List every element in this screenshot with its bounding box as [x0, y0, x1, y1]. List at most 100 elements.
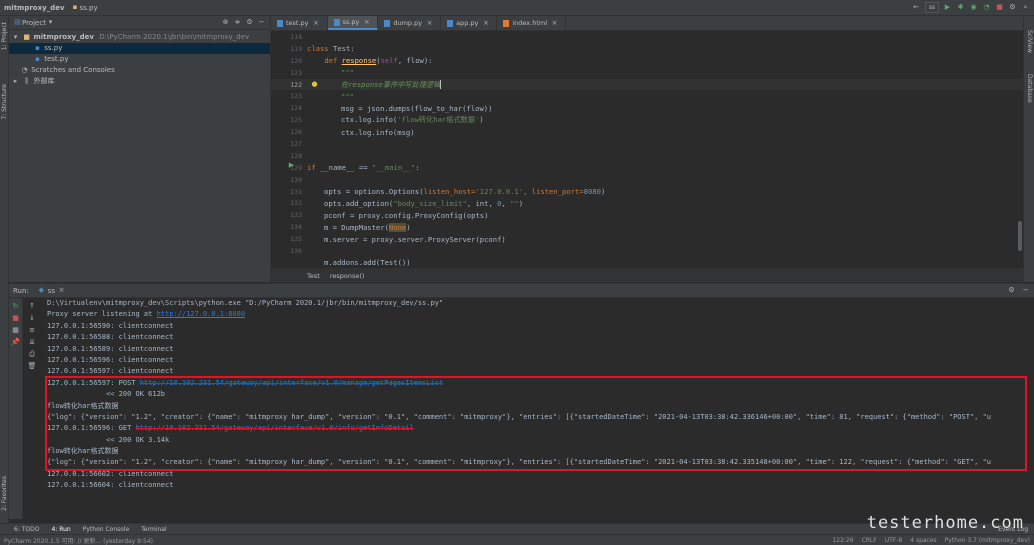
left-tool-strip: 1: Project 7: Structure 2: Favorites	[0, 16, 9, 525]
arrow-up-icon[interactable]: ↑	[28, 302, 37, 311]
line-number: 119	[290, 44, 302, 53]
navigation-bar: mitmproxy_dev ▪ ss.py ← ss ▶ ✱ ◉ ◔ ■ ⚙ ⌕	[0, 0, 1034, 16]
run-tab[interactable]: ◆ ss ×	[37, 286, 66, 295]
tree-scratches[interactable]: ◔ Scratches and Consoles	[9, 65, 270, 76]
tab-terminal[interactable]: Terminal	[141, 526, 166, 533]
gear-icon[interactable]: ⚙	[245, 18, 254, 27]
trash-icon[interactable]: 🗑	[28, 362, 37, 371]
back-icon[interactable]: ←	[912, 3, 921, 12]
close-icon[interactable]: ×	[57, 286, 66, 295]
close-icon[interactable]: ×	[312, 19, 321, 28]
locate-icon[interactable]: ⊕	[221, 18, 230, 27]
scroll-to-end-icon[interactable]: ⇊	[28, 338, 37, 347]
line-number: 135	[290, 235, 302, 244]
string-token: ""	[510, 198, 519, 208]
line-number: 132	[290, 199, 302, 208]
keyword: class	[307, 44, 329, 54]
tab-database[interactable]: Database	[1026, 74, 1033, 103]
expand-right-icon[interactable]: ▸	[11, 77, 20, 86]
layout-icon[interactable]: ▦	[11, 326, 20, 335]
run-gutter-icon[interactable]: ▶	[287, 161, 296, 170]
soft-wrap-icon[interactable]: ≡	[28, 326, 37, 335]
line-number: 120	[290, 56, 302, 65]
line-number: 122	[290, 80, 302, 89]
line-separator[interactable]: CRLF	[862, 537, 877, 544]
code-line: 125 ctx.log.info('flow转化har格式数据')	[271, 114, 1023, 126]
tree-file-ss[interactable]: ▪ ss.py	[9, 43, 270, 54]
run-config-select[interactable]: ss	[924, 2, 939, 13]
tree-external[interactable]: ▸ ⫼ 外部库	[9, 76, 270, 87]
code-token: ctx.log.info(	[341, 115, 398, 125]
console-link[interactable]: http://127.0.0.1:8080	[157, 310, 246, 318]
tree-root[interactable]: ▾ ■ mitmproxy_dev D:\PyCharm 2020.1\jbr\…	[9, 32, 270, 43]
close-icon[interactable]: ×	[362, 18, 371, 27]
indent-setting[interactable]: 4 spaces	[910, 537, 936, 544]
console-line: 127.0.0.1:56596: clientconnect	[47, 355, 174, 364]
close-icon[interactable]: ×	[481, 19, 490, 28]
nav-file[interactable]: ss.py	[80, 4, 98, 12]
close-icon[interactable]: ×	[550, 19, 559, 28]
project-panel-title[interactable]: Project	[22, 19, 46, 27]
code-area[interactable]: 118 119 class Test: 120 def response(self…	[271, 31, 1023, 268]
scratches-icon: ◔	[21, 66, 28, 74]
print-icon[interactable]: ⎙	[28, 350, 37, 359]
arrow-down-icon[interactable]: ↓	[28, 314, 37, 323]
tab-favorites[interactable]: 2: Favorites	[1, 476, 8, 511]
tab-test-py[interactable]: test.py ×	[271, 16, 328, 30]
tree-file-label: ss.py	[44, 44, 63, 52]
close-icon[interactable]: ×	[425, 19, 434, 28]
search-icon[interactable]: ⌕	[1021, 3, 1030, 12]
chevron-down-icon[interactable]: ▾	[46, 18, 55, 27]
tab-label: dump.py	[393, 19, 423, 27]
breadcrumb-class[interactable]: Test	[307, 272, 320, 280]
editor-tabs: test.py × ss.py × dump.py × app.py × index.h…	[271, 16, 1023, 31]
editor-scrollbar[interactable]	[1018, 221, 1022, 251]
tab-ss-py[interactable]: ss.py ×	[327, 16, 379, 30]
profile-icon[interactable]: ◔	[982, 3, 991, 12]
caret-position[interactable]: 122:26	[832, 537, 853, 544]
tab-sciview[interactable]: SciView	[1026, 30, 1033, 53]
expand-icon[interactable]: ▾	[11, 33, 20, 42]
code-line: 120 def response(self, flow):	[271, 55, 1023, 67]
gear-icon[interactable]: ⚙	[1007, 286, 1016, 295]
tab-index-html[interactable]: index.html ×	[497, 16, 567, 30]
intention-bulb-icon[interactable]: ●	[310, 80, 319, 89]
tab-python-console[interactable]: Python Console	[83, 526, 130, 533]
string-token: 'flow转化har格式数据'	[397, 115, 480, 125]
code-line: 133 pconf = proxy.config.ProxyConfig(opts…	[271, 209, 1023, 221]
python-interpreter[interactable]: Python 3.7 (mitmproxy_dev)	[945, 537, 1030, 544]
rerun-icon[interactable]: ↻	[11, 302, 20, 311]
hide-icon[interactable]: −	[257, 18, 266, 27]
stop-icon[interactable]: ■	[11, 314, 20, 323]
tab-structure[interactable]: 7: Structure	[1, 84, 8, 120]
tab-project[interactable]: 1: Project	[1, 22, 8, 50]
code-token: __name__ ==	[315, 163, 372, 173]
collapse-icon[interactable]: ≑	[233, 18, 242, 27]
pin-icon[interactable]: 📌	[11, 338, 20, 347]
tab-run[interactable]: 4: Run	[51, 526, 70, 533]
tab-label: test.py	[286, 19, 309, 27]
highlight-box	[45, 376, 1027, 471]
string-token: "body_size_limit"	[393, 198, 467, 208]
tab-dump-py[interactable]: dump.py ×	[378, 16, 442, 30]
keyword: def	[324, 56, 338, 66]
kwarg-token: , listen_port=	[523, 187, 584, 197]
tree-file-test[interactable]: ▪ test.py	[9, 54, 270, 65]
code-token: :	[415, 163, 420, 173]
console-line: 127.0.0.1:56589: clientconnect	[47, 344, 174, 353]
breadcrumb-method[interactable]: response()	[330, 272, 365, 280]
run-icon[interactable]: ▶	[943, 3, 952, 12]
stop-icon[interactable]: ■	[995, 3, 1004, 12]
nav-project[interactable]: mitmproxy_dev	[4, 4, 65, 12]
hide-icon[interactable]: −	[1021, 286, 1030, 295]
keyword: None	[388, 222, 407, 232]
settings-icon[interactable]: ⚙	[1008, 3, 1017, 12]
debug-icon[interactable]: ✱	[956, 3, 965, 12]
file-encoding[interactable]: UTF-8	[885, 537, 903, 544]
tab-todo[interactable]: 6: TODO	[14, 526, 39, 533]
status-message[interactable]: PyCharm 2020.1.5 可用: // 更新... (yesterday…	[4, 536, 153, 545]
coverage-icon[interactable]: ◉	[969, 3, 978, 12]
keyword: if	[307, 163, 316, 173]
tab-app-py[interactable]: app.py ×	[441, 16, 498, 30]
html-file-icon	[503, 19, 510, 27]
